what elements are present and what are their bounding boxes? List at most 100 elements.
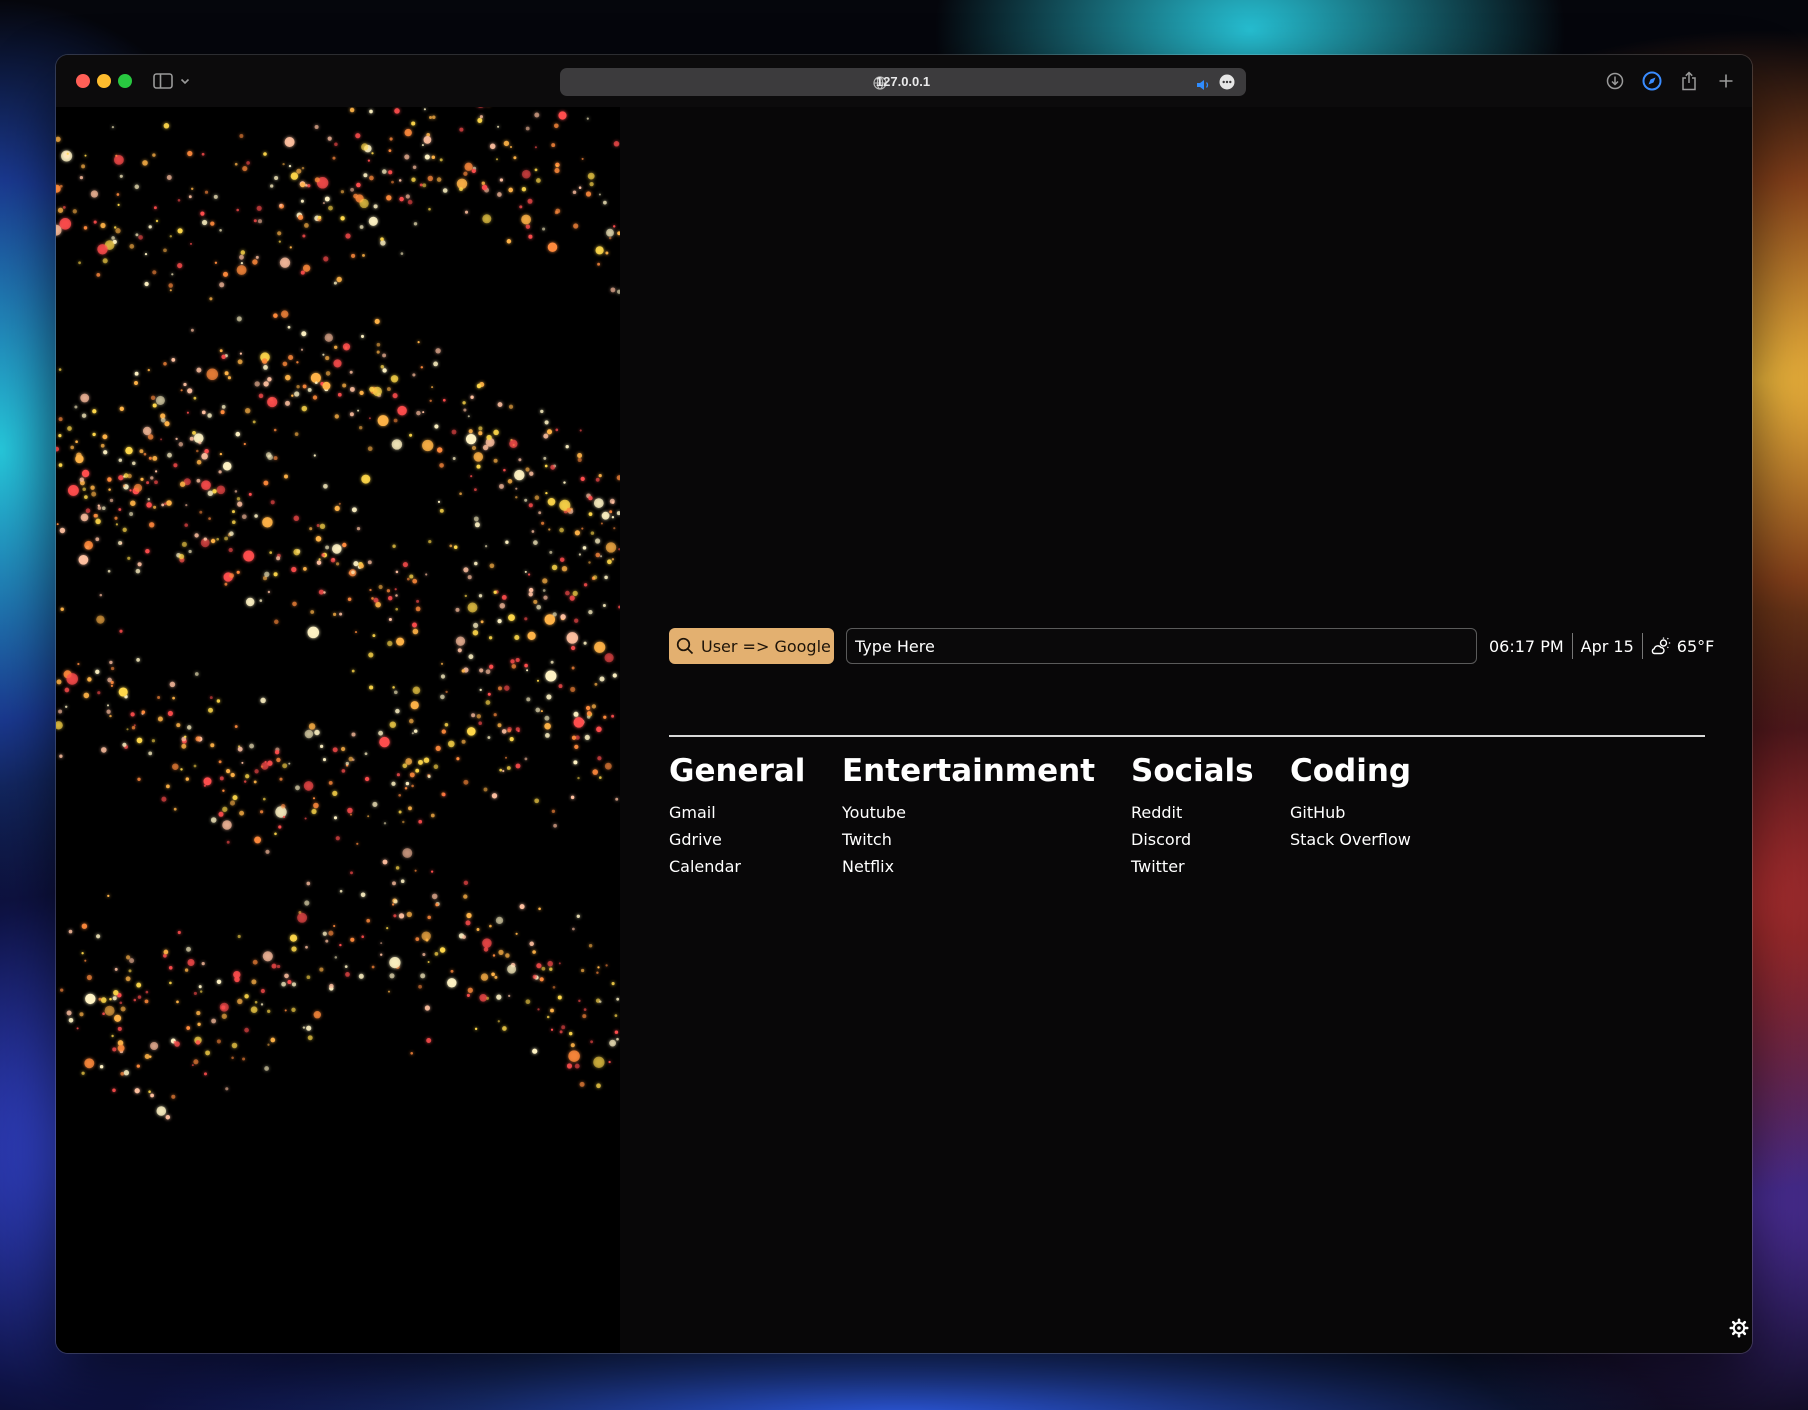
particle	[333, 612, 337, 616]
particle	[420, 366, 424, 369]
category-links: Gmail Gdrive Calendar	[669, 799, 805, 880]
link-calendar[interactable]: Calendar	[669, 853, 805, 880]
particle	[294, 391, 300, 397]
minimize-window-button[interactable]	[97, 74, 111, 88]
particle	[505, 540, 509, 544]
particle	[84, 959, 87, 962]
download-icon[interactable]	[1603, 69, 1627, 93]
particle	[252, 959, 258, 965]
particle	[394, 588, 397, 591]
particle	[594, 682, 598, 686]
particle	[396, 637, 405, 646]
particle	[428, 207, 431, 211]
particle	[310, 610, 315, 614]
particle	[367, 815, 370, 818]
particle	[507, 964, 517, 974]
particle	[394, 108, 400, 114]
particle	[359, 390, 364, 396]
particle	[366, 918, 371, 923]
particle	[415, 768, 420, 773]
particle	[482, 444, 489, 451]
link-youtube[interactable]: Youtube	[842, 799, 1095, 826]
particle	[435, 745, 441, 752]
particle	[68, 929, 73, 934]
link-twitter[interactable]: Twitter	[1131, 853, 1254, 880]
link-gmail[interactable]: Gmail	[669, 799, 805, 826]
link-github[interactable]: GitHub	[1290, 799, 1411, 826]
particle	[169, 235, 173, 238]
particle	[149, 522, 155, 528]
particle	[267, 590, 271, 594]
particle	[67, 484, 79, 496]
link-gdrive[interactable]: Gdrive	[669, 826, 805, 853]
particle	[338, 502, 341, 505]
particle	[399, 196, 404, 202]
particle	[451, 429, 457, 435]
particle	[84, 1058, 95, 1069]
close-window-button[interactable]	[76, 74, 90, 88]
link-stack-overflow[interactable]: Stack Overflow	[1290, 826, 1411, 853]
search-engine-button[interactable]: User => Google	[669, 628, 834, 664]
particle	[231, 1056, 234, 1060]
particle	[497, 125, 500, 128]
search-input[interactable]	[846, 628, 1477, 664]
bookmark-categories: General Gmail Gdrive Calendar Entertainm…	[669, 751, 1705, 891]
particle	[607, 559, 612, 565]
particle	[488, 636, 493, 640]
gear-icon[interactable]	[1728, 1317, 1750, 1339]
particle	[224, 371, 229, 376]
particle	[417, 341, 420, 344]
particle	[374, 318, 380, 324]
link-twitch[interactable]: Twitch	[842, 826, 1095, 853]
particle	[358, 973, 364, 979]
particle	[208, 517, 211, 520]
particle	[276, 757, 281, 763]
ellipsis-icon[interactable]	[1219, 74, 1235, 90]
plus-icon[interactable]	[1714, 69, 1738, 93]
particle	[483, 947, 489, 952]
particle	[96, 615, 105, 624]
particle	[300, 270, 305, 275]
particle	[471, 168, 476, 174]
particle	[511, 664, 517, 669]
share-icon[interactable]	[1677, 69, 1701, 93]
particle	[524, 663, 528, 668]
particle	[204, 448, 209, 454]
particle	[478, 431, 483, 436]
particle	[241, 761, 244, 764]
chevron-down-icon[interactable]	[178, 69, 192, 93]
compass-icon[interactable]	[1640, 69, 1664, 93]
particle	[118, 458, 123, 462]
particle	[152, 270, 157, 275]
particle	[616, 1037, 619, 1041]
particle	[402, 848, 413, 858]
particle	[109, 660, 113, 665]
particle	[375, 601, 381, 608]
particle	[224, 536, 229, 541]
particle	[547, 242, 558, 252]
particle	[493, 429, 499, 436]
zoom-window-button[interactable]	[118, 74, 132, 88]
particle	[303, 781, 314, 791]
particle	[267, 760, 273, 766]
speaker-icon[interactable]	[1196, 76, 1212, 90]
particle	[273, 572, 278, 577]
particle	[459, 492, 462, 496]
particle	[92, 432, 96, 437]
particle	[598, 776, 602, 779]
particle	[325, 356, 330, 361]
particle	[222, 789, 225, 792]
particle	[150, 1093, 154, 1098]
particle	[309, 527, 313, 531]
link-discord[interactable]: Discord	[1131, 826, 1254, 853]
particle	[285, 374, 291, 381]
address-bar[interactable]: 127.0.0.1	[560, 68, 1246, 96]
particle	[440, 662, 444, 665]
particle	[551, 564, 558, 571]
particle	[279, 257, 291, 268]
particle	[442, 398, 446, 402]
link-netflix[interactable]: Netflix	[842, 853, 1095, 880]
sidebar-icon[interactable]	[151, 69, 175, 93]
particle	[545, 733, 550, 738]
link-reddit[interactable]: Reddit	[1131, 799, 1254, 826]
